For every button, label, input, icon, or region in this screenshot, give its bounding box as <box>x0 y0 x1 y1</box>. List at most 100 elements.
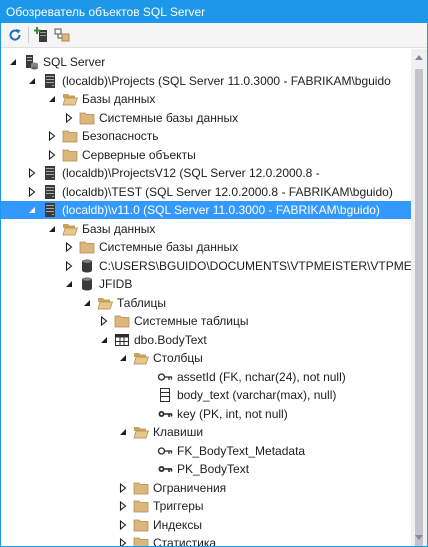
tree-node-label: Клавиши <box>153 425 204 439</box>
tree-node-key-pk-bodytext[interactable]: PK_BodyText <box>1 460 411 478</box>
folder-open-icon <box>133 350 149 366</box>
scroll-down-arrow[interactable] <box>415 535 423 540</box>
collapsed-arrow-icon[interactable] <box>98 312 110 330</box>
expanded-arrow-icon[interactable] <box>26 72 38 90</box>
tree-node-folder-indexes[interactable]: Индексы <box>1 516 411 534</box>
collapsed-arrow-icon[interactable] <box>46 127 58 145</box>
tree-node-database-vtpmeister[interactable]: C:\USERS\BGUIDO\DOCUMENTS\VTPMEISTER\VTP… <box>1 257 411 275</box>
collapsed-arrow-icon[interactable] <box>117 534 129 546</box>
tree-node-label: Таблицы <box>117 295 167 310</box>
folder-open-icon <box>62 91 78 107</box>
tree-node-folder-databases-1[interactable]: Базы данных <box>1 90 411 108</box>
tree-node-folder-databases-2[interactable]: Базы данных <box>1 220 411 238</box>
sql-server-object-explorer: Обозреватель объектов SQL Server SQL Ser… <box>0 0 428 547</box>
folder-icon <box>133 535 149 546</box>
tree-node-database-jfidb[interactable]: JFIDB <box>1 275 411 293</box>
tree-node-folder-constraints[interactable]: Ограничения <box>1 479 411 497</box>
toolbar <box>1 23 427 48</box>
tree-node-label: (localdb)\TEST (SQL Server 12.0.2000.8 -… <box>62 184 393 199</box>
tree-node-label: Серверные объекты <box>82 147 196 162</box>
collapsed-arrow-icon[interactable] <box>117 516 129 534</box>
tree-node-folder-keys[interactable]: Клавиши <box>1 423 411 441</box>
tree-node-column-assetid[interactable]: assetId (FK, nchar(24), not null) <box>1 368 411 386</box>
tree-node-folder-system-db-1[interactable]: Системные базы данных <box>1 109 411 127</box>
folder-open-icon <box>62 221 78 237</box>
tree-node-label: Системные базы данных <box>99 240 239 254</box>
expanded-arrow-icon[interactable] <box>46 220 58 238</box>
collapsed-arrow-icon[interactable] <box>63 257 75 275</box>
primary-key-icon <box>157 461 173 477</box>
tree-node-folder-columns[interactable]: Столбцы <box>1 349 411 367</box>
folder-icon <box>79 239 95 255</box>
tree-node-label: PK_BodyText <box>177 462 250 476</box>
tree-node-server-projectsv12[interactable]: (localdb)\ProjectsV12 (SQL Server 12.0.2… <box>1 164 411 182</box>
expanded-arrow-icon[interactable] <box>117 349 129 367</box>
folder-icon <box>133 517 149 533</box>
vertical-scrollbar[interactable] <box>411 49 427 546</box>
expanded-arrow-icon[interactable] <box>26 201 38 219</box>
tree-node-server-projects[interactable]: (localdb)\Projects (SQL Server 11.0.3000… <box>1 72 411 90</box>
add-server-icon <box>34 27 47 42</box>
server-icon <box>42 202 58 218</box>
tree-node-label: JFIDB <box>99 277 133 291</box>
sql-server-icon <box>23 54 39 70</box>
database-icon <box>79 276 95 292</box>
tree-node-server-v11[interactable]: (localdb)\v11.0 (SQL Server 11.0.3000 - … <box>1 201 411 219</box>
expanded-arrow-icon[interactable] <box>117 423 129 441</box>
scrollbar-thumb[interactable] <box>415 69 423 546</box>
tree-node-folder-server-objects[interactable]: Серверные объекты <box>1 146 411 164</box>
collapsed-arrow-icon[interactable] <box>63 238 75 256</box>
tree-node-label: Системные базы данных <box>99 110 239 125</box>
server-icon <box>42 165 58 181</box>
collapsed-arrow-icon[interactable] <box>26 183 38 201</box>
tree-node-key-fk-metadata[interactable]: FK_BodyText_Metadata <box>1 442 411 460</box>
folder-icon <box>114 313 130 329</box>
add-sql-server-button[interactable] <box>32 25 52 45</box>
tree-node-folder-tables[interactable]: Таблицы <box>1 294 411 312</box>
tree-node-label: SQL Server <box>43 55 106 69</box>
refresh-icon <box>9 29 21 41</box>
tree-node-label: (localdb)\v11.0 (SQL Server 11.0.3000 - … <box>62 203 380 217</box>
foreign-key-column-icon <box>157 369 173 385</box>
tree-node-folder-system-db-2[interactable]: Системные базы данных <box>1 238 411 256</box>
toolbar-separator <box>28 27 29 43</box>
expanded-arrow-icon[interactable] <box>63 275 75 293</box>
refresh-button[interactable] <box>5 25 25 45</box>
tree-node-column-key[interactable]: key (PK, int, not null) <box>1 405 411 423</box>
expanded-arrow-icon[interactable] <box>46 90 58 108</box>
foreign-key-icon <box>157 443 173 459</box>
group-by-schema-button[interactable] <box>52 25 72 45</box>
object-tree[interactable]: SQL Server (localdb)\Projects (SQL Server… <box>1 49 411 546</box>
tree-node-table-bodytext[interactable]: dbo.BodyText <box>1 331 411 349</box>
expanded-arrow-icon[interactable] <box>98 331 110 349</box>
collapsed-arrow-icon[interactable] <box>117 497 129 515</box>
tree-node-label: (localdb)\Projects (SQL Server 11.0.3000… <box>62 73 391 88</box>
collapsed-arrow-icon[interactable] <box>117 479 129 497</box>
collapsed-arrow-icon[interactable] <box>46 146 58 164</box>
collapsed-arrow-icon[interactable] <box>63 109 75 127</box>
tree-node-label: Ограничения <box>153 480 227 495</box>
folder-icon <box>79 110 95 126</box>
tree-node-folder-system-tables[interactable]: Системные таблицы <box>1 312 411 330</box>
tree-node-label: Индексы <box>153 517 202 532</box>
tree-node-server-test[interactable]: (localdb)\TEST (SQL Server 12.0.2000.8 -… <box>1 183 411 201</box>
collapsed-arrow-icon[interactable] <box>26 164 38 182</box>
tree-node-folder-statistics[interactable]: Статистика <box>1 534 411 546</box>
tree-node-column-body-text[interactable]: body_text (varchar(max), null) <box>1 386 411 404</box>
tree-node-label: dbo.BodyText <box>134 332 207 347</box>
tree-node-label: FK_BodyText_Metadata <box>177 443 306 458</box>
tree-node-label: (localdb)\ProjectsV12 (SQL Server 12.0.2… <box>62 166 320 180</box>
tree-node-folder-security[interactable]: Безопасность <box>1 127 411 145</box>
tree-node-folder-triggers[interactable]: Триггеры <box>1 497 411 515</box>
tree-node-label: C:\USERS\BGUIDO\DOCUMENTS\VTPMEISTER\VTP… <box>99 258 411 273</box>
folder-icon <box>133 480 149 496</box>
scroll-up-arrow[interactable] <box>415 55 423 60</box>
expanded-arrow-icon[interactable] <box>7 53 19 71</box>
tree-node-server-root[interactable]: SQL Server <box>1 53 411 71</box>
expanded-arrow-icon[interactable] <box>81 294 93 312</box>
tree-node-label: assetId (FK, nchar(24), not null) <box>177 369 346 384</box>
